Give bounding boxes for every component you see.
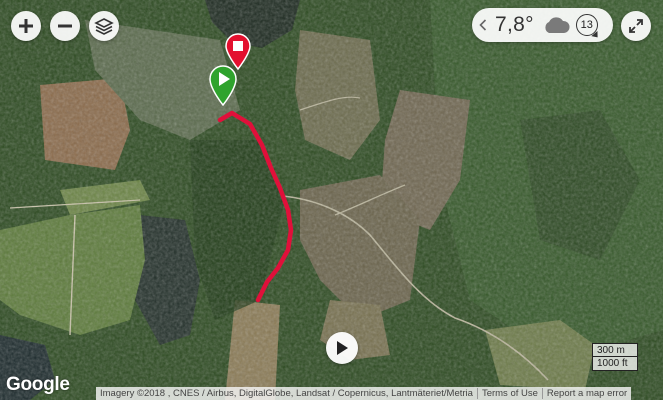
play-route-button[interactable] bbox=[326, 332, 358, 364]
scale-imperial: 1000 ft bbox=[592, 357, 638, 371]
imagery-credit: Imagery ©2018 , CNES / Airbus, DigitalGl… bbox=[100, 388, 473, 399]
cloud-icon bbox=[545, 17, 570, 33]
expand-icon bbox=[629, 19, 643, 33]
satellite-map[interactable]: 7,8° 13 300 m 1000 ft Google Imagery ©20… bbox=[0, 0, 663, 400]
minus-icon bbox=[58, 24, 72, 28]
start-marker[interactable] bbox=[208, 64, 238, 106]
google-logo[interactable]: Google bbox=[6, 374, 70, 396]
wind-speed: 13 bbox=[575, 14, 598, 36]
zoom-in-button[interactable] bbox=[11, 11, 41, 41]
report-error-link[interactable]: Report a map error bbox=[543, 388, 631, 399]
plus-icon bbox=[19, 19, 33, 33]
weather-widget[interactable]: 7,8° 13 bbox=[472, 8, 613, 42]
fullscreen-button[interactable] bbox=[621, 11, 651, 41]
layers-button[interactable] bbox=[89, 11, 119, 41]
chevron-left-icon[interactable] bbox=[479, 19, 487, 31]
terms-link[interactable]: Terms of Use bbox=[478, 388, 542, 399]
layers-icon bbox=[94, 18, 114, 35]
stop-icon bbox=[233, 41, 243, 51]
scale-metric: 300 m bbox=[592, 343, 638, 357]
temperature: 7,8° bbox=[495, 13, 534, 36]
play-icon bbox=[337, 341, 348, 355]
map-scale: 300 m 1000 ft bbox=[592, 343, 638, 371]
map-attribution: Imagery ©2018 , CNES / Airbus, DigitalGl… bbox=[96, 387, 632, 400]
zoom-out-button[interactable] bbox=[50, 11, 80, 41]
